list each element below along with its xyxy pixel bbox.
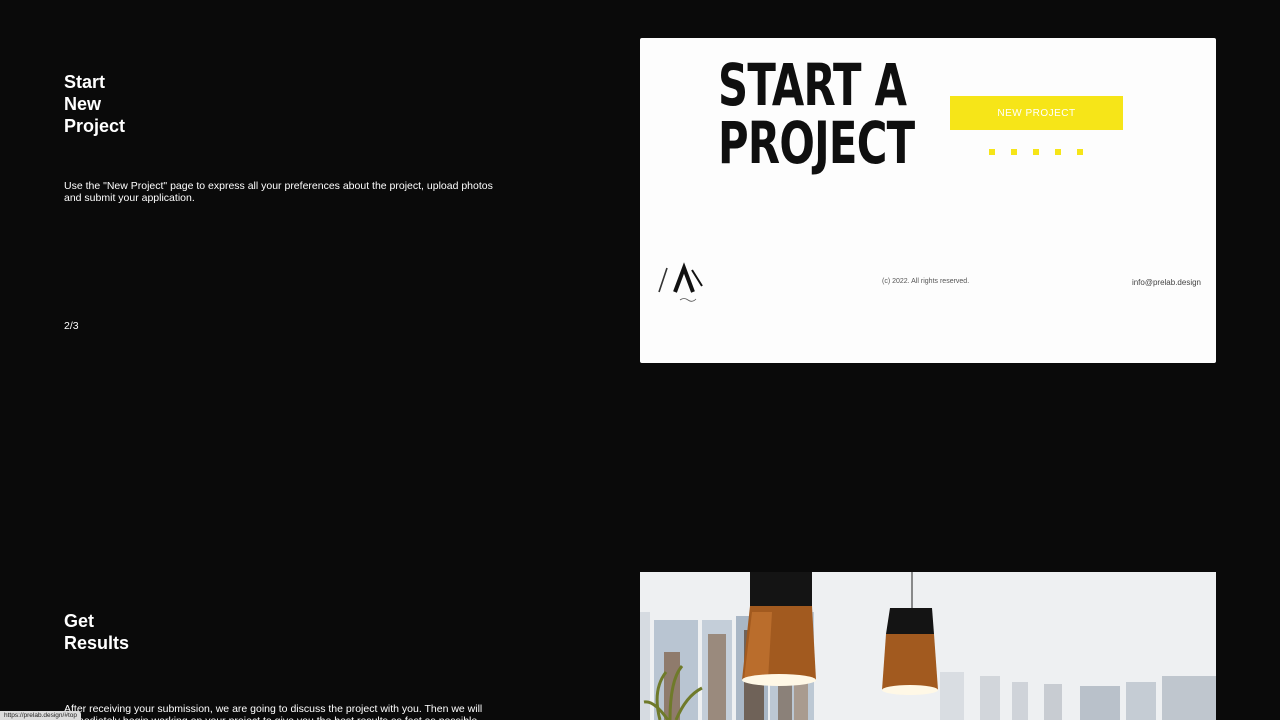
slider-dot[interactable] bbox=[989, 149, 995, 155]
preview-email-link[interactable]: info@prelab.design bbox=[1132, 278, 1201, 287]
step-counter: 2/3 bbox=[64, 320, 79, 332]
interior-scene bbox=[640, 572, 1216, 720]
page: Start New Project Use the "New Project" … bbox=[0, 0, 1280, 720]
slider-dot[interactable] bbox=[1055, 149, 1061, 155]
start-project-preview: START A PROJECT NEW PROJECT (c) 2022. Al… bbox=[640, 38, 1216, 363]
step-title-get-results: Get Results bbox=[64, 611, 130, 653]
step-description: Use the "New Project" page to express al… bbox=[64, 180, 493, 204]
slider-dot[interactable] bbox=[1033, 149, 1039, 155]
step-title-start-new-project: Start New Project bbox=[64, 72, 126, 136]
brand-logo-icon bbox=[658, 262, 703, 302]
status-bar-url: https://prelab.design/#top bbox=[0, 711, 81, 720]
interior-photo bbox=[640, 572, 1216, 720]
slider-dot[interactable] bbox=[1077, 149, 1083, 155]
preview-copyright: (c) 2022. All rights reserved. bbox=[882, 278, 970, 285]
slider-dot[interactable] bbox=[1011, 149, 1017, 155]
preview-heading: START A PROJECT bbox=[718, 51, 915, 177]
step-description: After receiving your submission, we are … bbox=[64, 703, 483, 720]
slider-dots bbox=[989, 149, 1083, 155]
new-project-button[interactable]: NEW PROJECT bbox=[950, 96, 1123, 130]
